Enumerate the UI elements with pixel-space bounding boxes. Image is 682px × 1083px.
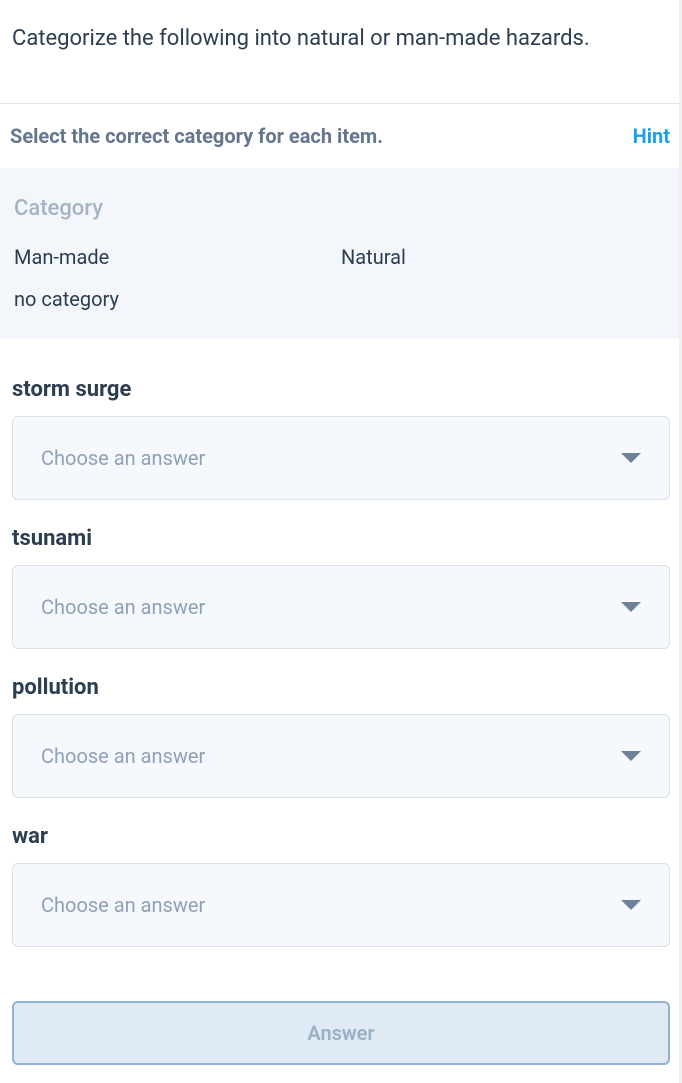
answer-button-label: Answer	[307, 1021, 374, 1045]
item-block: storm surge Choose an answer	[12, 377, 670, 500]
dropdown-placeholder: Choose an answer	[41, 744, 205, 768]
item-label-storm-surge: storm surge	[12, 377, 670, 402]
dropdown-war[interactable]: Choose an answer	[12, 863, 670, 947]
category-item: Man-made	[14, 245, 341, 269]
question-text: Categorize the following into natural or…	[0, 0, 682, 103]
category-item: Natural	[341, 245, 668, 269]
dropdown-storm-surge[interactable]: Choose an answer	[12, 416, 670, 500]
answer-button-wrap: Answer	[0, 973, 682, 1065]
item-block: pollution Choose an answer	[12, 675, 670, 798]
item-label-war: war	[12, 824, 670, 849]
item-block: tsunami Choose an answer	[12, 526, 670, 649]
items-area: storm surge Choose an answer tsunami Cho…	[0, 339, 682, 947]
instruction-row: Select the correct category for each ite…	[0, 104, 682, 168]
chevron-down-icon	[621, 900, 641, 910]
dropdown-pollution[interactable]: Choose an answer	[12, 714, 670, 798]
dropdown-placeholder: Choose an answer	[41, 893, 205, 917]
category-panel: Category Man-made Natural no category	[0, 168, 682, 339]
hint-link[interactable]: Hint	[633, 124, 670, 148]
answer-button[interactable]: Answer	[12, 1001, 670, 1065]
dropdown-tsunami[interactable]: Choose an answer	[12, 565, 670, 649]
dropdown-placeholder: Choose an answer	[41, 446, 205, 470]
chevron-down-icon	[621, 453, 641, 463]
category-item: no category	[14, 287, 341, 311]
category-header: Category	[14, 196, 668, 221]
item-label-pollution: pollution	[12, 675, 670, 700]
chevron-down-icon	[621, 602, 641, 612]
category-items: Man-made Natural no category	[14, 245, 668, 311]
chevron-down-icon	[621, 751, 641, 761]
item-label-tsunami: tsunami	[12, 526, 670, 551]
instruction-text: Select the correct category for each ite…	[10, 124, 383, 148]
item-block: war Choose an answer	[12, 824, 670, 947]
dropdown-placeholder: Choose an answer	[41, 595, 205, 619]
